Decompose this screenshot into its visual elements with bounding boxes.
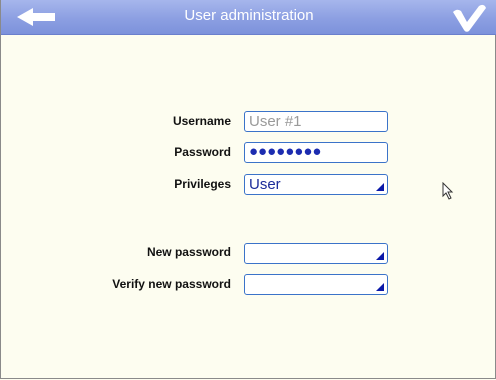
password-label: Password bbox=[174, 145, 231, 159]
new-password-label: New password bbox=[146, 245, 231, 259]
new-password-field[interactable] bbox=[244, 243, 388, 264]
title-bar: User administration bbox=[1, 0, 496, 35]
privileges-label: Privileges bbox=[174, 177, 231, 191]
password-field[interactable]: ●●●●●●●● bbox=[244, 142, 388, 163]
privileges-dropdown[interactable]: User bbox=[244, 174, 388, 195]
privileges-value: User bbox=[249, 176, 281, 193]
page-title: User administration bbox=[184, 7, 314, 24]
verify-password-field[interactable] bbox=[244, 274, 388, 295]
mouse-pointer-icon bbox=[442, 182, 454, 200]
checkmark-icon bbox=[453, 4, 486, 32]
dropdown-arrow-icon bbox=[376, 252, 384, 260]
verify-password-label: Verify new password bbox=[112, 277, 231, 291]
username-placeholder: User #1 bbox=[249, 113, 302, 130]
window-frame: User administration Username User #1 Pas… bbox=[0, 0, 496, 379]
dropdown-arrow-icon bbox=[376, 283, 384, 291]
username-field[interactable]: User #1 bbox=[244, 111, 388, 132]
password-value: ●●●●●●●● bbox=[249, 143, 322, 160]
username-label: Username bbox=[172, 114, 231, 128]
confirm-button[interactable] bbox=[451, 4, 487, 32]
dropdown-arrow-icon bbox=[376, 183, 384, 191]
